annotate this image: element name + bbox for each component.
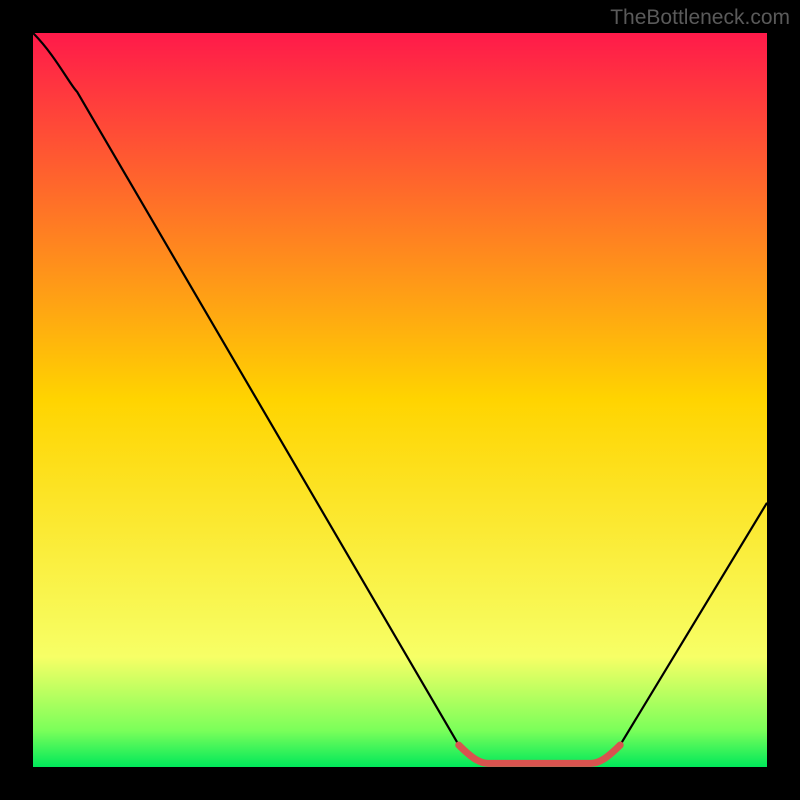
plot-area bbox=[33, 33, 767, 767]
gradient-background bbox=[33, 33, 767, 767]
chart-svg bbox=[33, 33, 767, 767]
watermark-text: TheBottleneck.com bbox=[610, 6, 790, 30]
chart-container: TheBottleneck.com bbox=[0, 0, 800, 800]
